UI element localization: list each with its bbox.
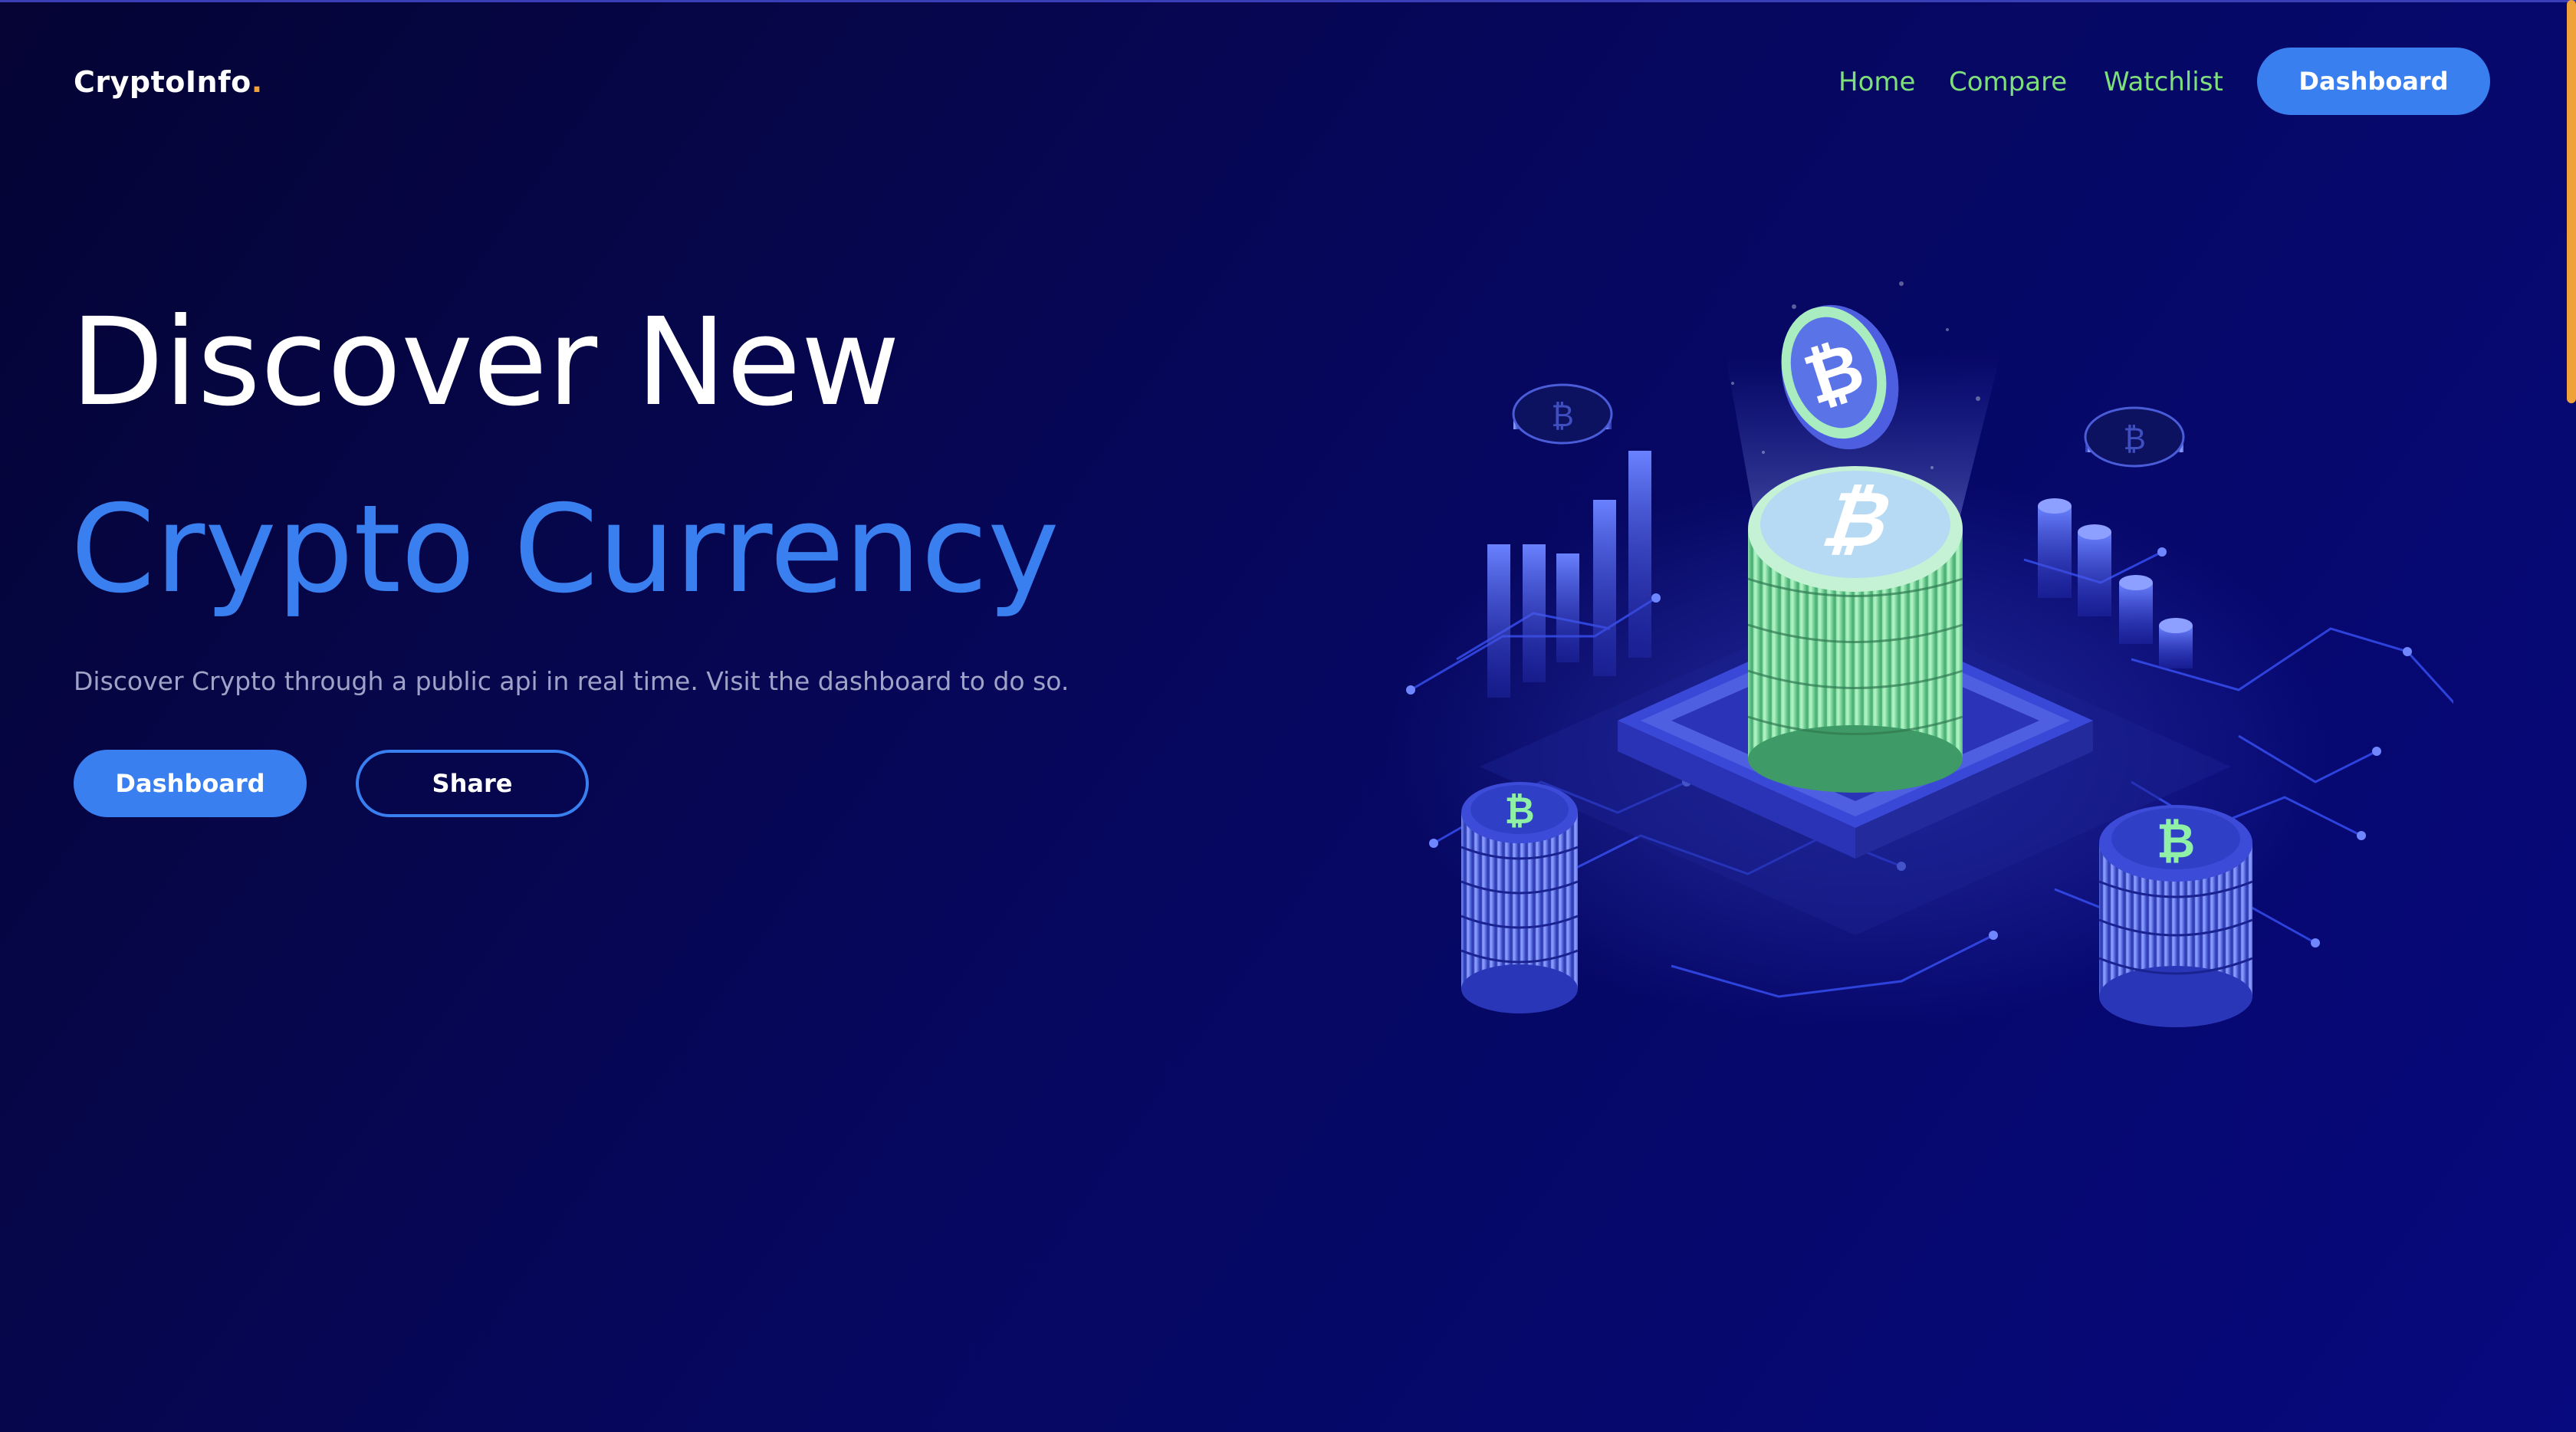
nav-link-watchlist[interactable]: Watchlist bbox=[2104, 63, 2223, 101]
nav-link-home[interactable]: Home bbox=[1838, 63, 1915, 101]
logo-text: CryptoInfo bbox=[74, 65, 251, 99]
top-border-line bbox=[0, 0, 2576, 2]
hero-share-button[interactable]: Share bbox=[356, 750, 589, 817]
nav-dashboard-button[interactable]: Dashboard bbox=[2257, 48, 2490, 115]
hero-dashboard-button[interactable]: Dashboard bbox=[74, 750, 307, 817]
scrollbar-thumb[interactable] bbox=[2567, 0, 2576, 403]
crypto-illustration: ₿ ₿ ₿ ₿ ₿ ₿ bbox=[1365, 199, 2489, 1089]
logo[interactable]: CryptoInfo. bbox=[74, 63, 263, 101]
logo-dot: . bbox=[251, 65, 263, 99]
hero-title-line1: Discover New bbox=[71, 292, 900, 433]
nav-link-compare[interactable]: Compare bbox=[1949, 63, 2067, 101]
page-scrollbar[interactable] bbox=[2564, 0, 2576, 1432]
svg-text:₿: ₿ bbox=[1551, 399, 1574, 434]
svg-text:₿: ₿ bbox=[1504, 790, 1534, 833]
svg-text:₿: ₿ bbox=[2157, 813, 2196, 869]
bitcoin-isometric-illustration: ₿ ₿ ₿ ₿ ₿ ₿ bbox=[1388, 281, 2489, 1027]
hero-description: Discover Crypto through a public api in … bbox=[74, 666, 1070, 696]
hero-title-line2: Crypto Currency bbox=[71, 479, 1060, 620]
svg-text:₿: ₿ bbox=[2123, 422, 2146, 457]
